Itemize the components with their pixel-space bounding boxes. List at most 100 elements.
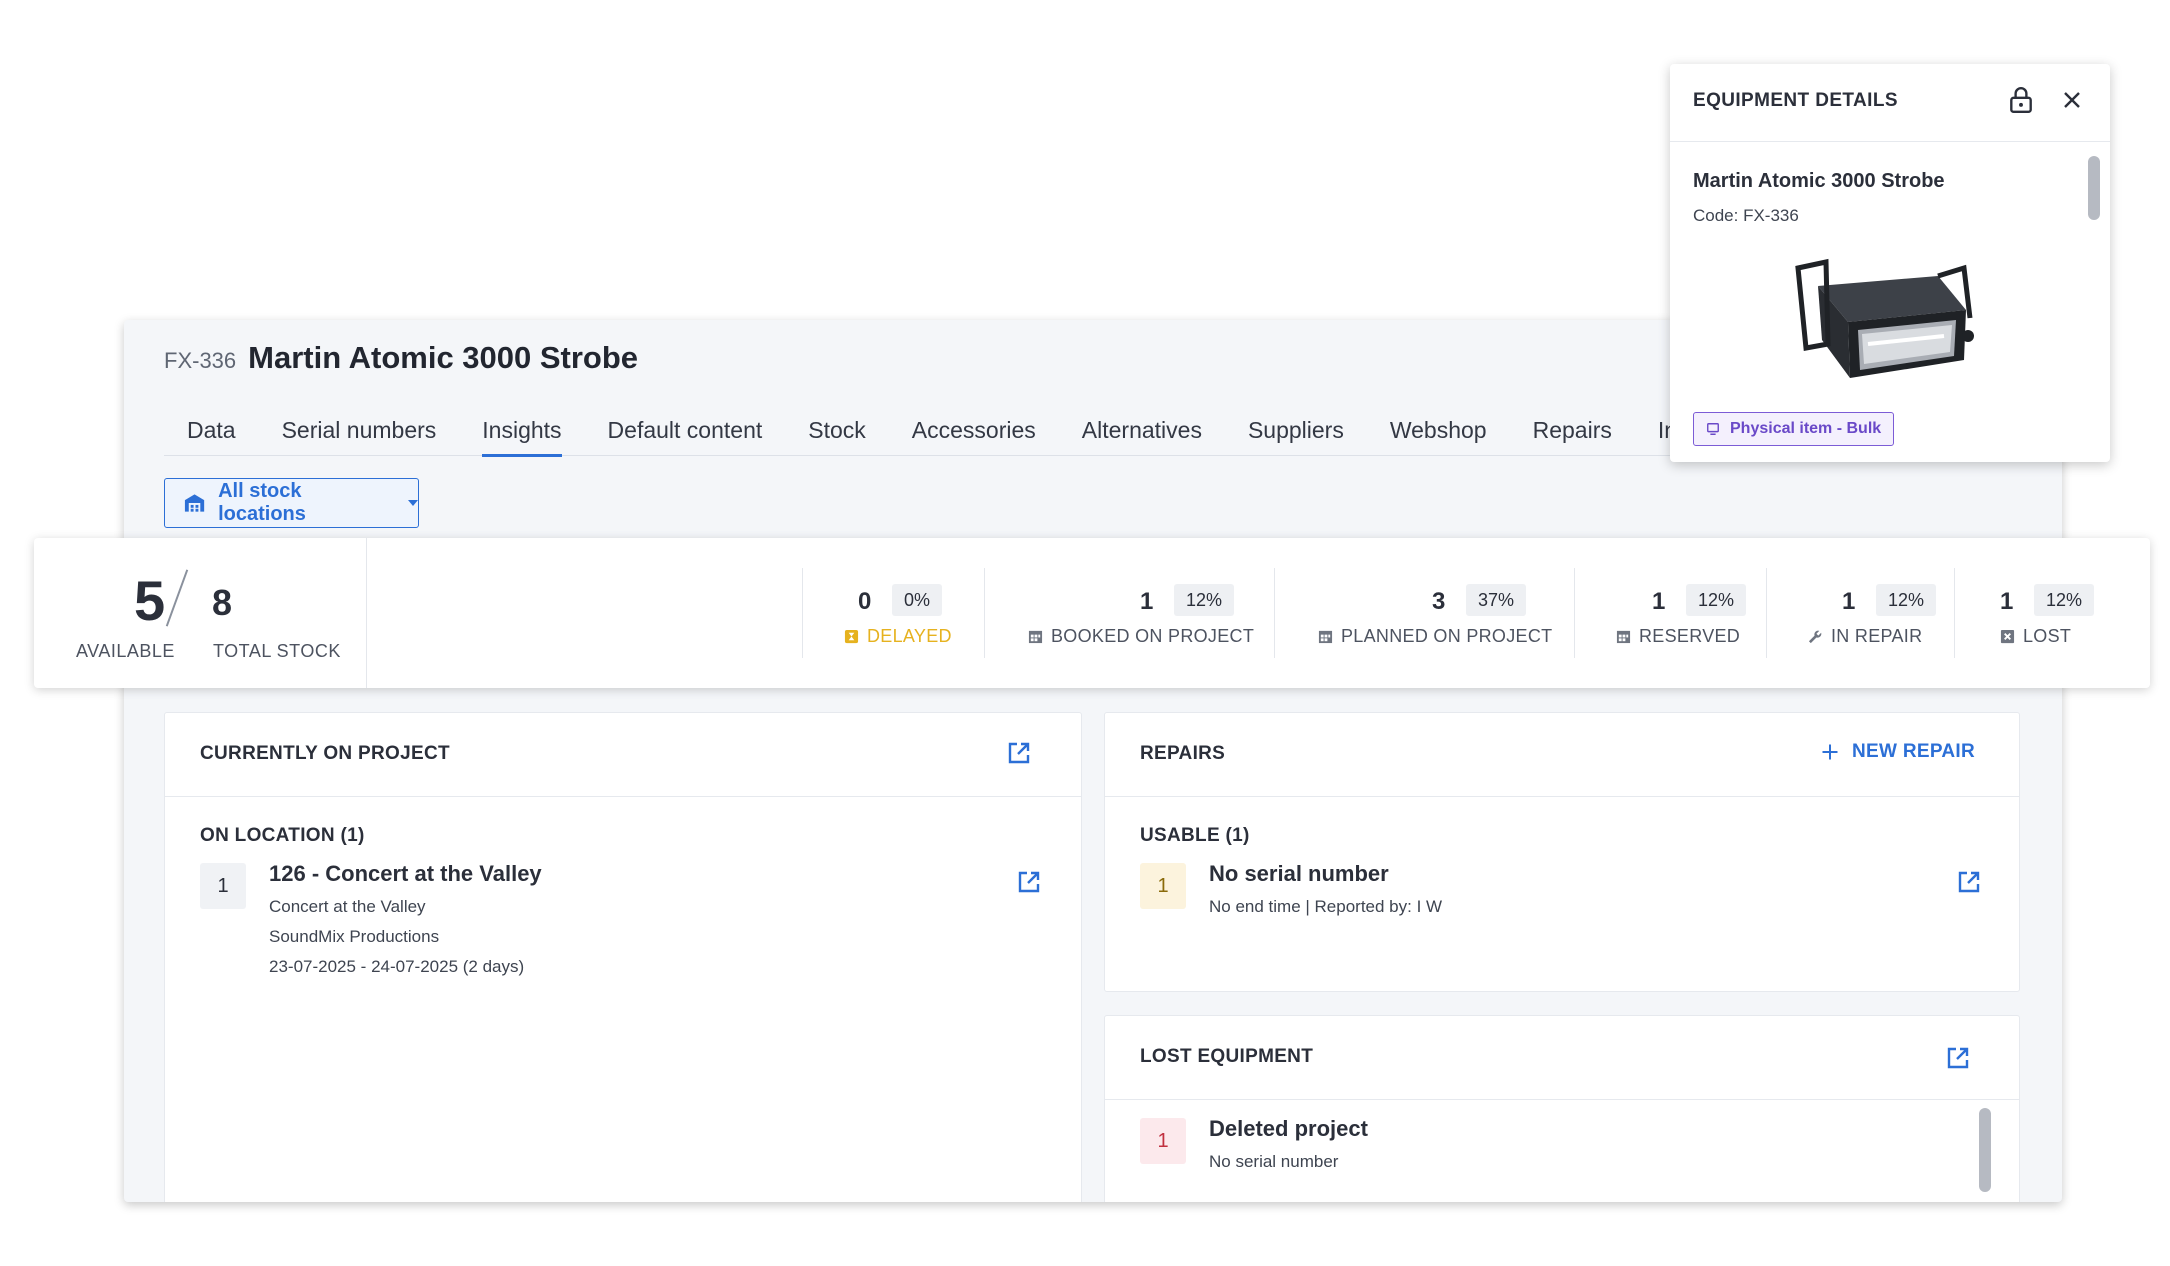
calendar-icon [1318, 630, 1333, 644]
stat-percent: 12% [1686, 584, 1747, 616]
stat-label-text: DELAYED [867, 626, 952, 646]
tab-default-content[interactable]: Default content [585, 416, 786, 456]
stat-lost: 1 12% LOST [2000, 584, 2140, 668]
tab-alternatives[interactable]: Alternatives [1059, 416, 1225, 456]
x-box-icon [2000, 629, 2015, 644]
repairs-card: REPAIRS NEW REPAIR USABLE (1) 1 No seria… [1104, 712, 2020, 992]
stat-label: DELAYED [844, 626, 952, 647]
stat-percent: 37% [1466, 584, 1527, 616]
tab-insights[interactable]: Insights [459, 416, 584, 457]
equipment-details-panel: EQUIPMENT DETAILS Martin Atomic 3000 Str… [1670, 64, 2110, 462]
stat-delayed: 0 0% DELAYED [844, 584, 984, 668]
project-client: SoundMix Productions [269, 927, 440, 946]
new-repair-button[interactable]: NEW REPAIR [1820, 741, 1975, 763]
card-title: REPAIRS [1140, 743, 1226, 764]
stat-label: IN REPAIR [1808, 626, 1922, 647]
calendar-icon [1616, 630, 1631, 644]
quantity-badge: 1 [1140, 863, 1186, 909]
stat-reserved: 1 12% RESERVED [1616, 584, 1756, 668]
warehouse-icon [184, 494, 205, 512]
tab-webshop[interactable]: Webshop [1367, 416, 1510, 456]
popover-title: EQUIPMENT DETAILS [1693, 90, 1898, 111]
equipment-name: Martin Atomic 3000 Strobe [1693, 170, 1945, 192]
stat-percent: 12% [1174, 584, 1235, 616]
page-title-row: FX-336 Martin Atomic 3000 Strobe [164, 340, 638, 376]
lost-equipment-card: LOST EQUIPMENT 1 Deleted project No seri… [1104, 1015, 2020, 1202]
stat-label-text: PLANNED ON PROJECT [1341, 626, 1553, 646]
card-header: REPAIRS NEW REPAIR [1105, 713, 2019, 797]
available-count: 5 [134, 569, 166, 632]
stat-label-text: LOST [2023, 626, 2072, 646]
stat-label: BOOKED ON PROJECT [1028, 626, 1254, 647]
close-icon[interactable] [2060, 88, 2084, 112]
stat-label-text: RESERVED [1639, 626, 1741, 646]
card-header: CURRENTLY ON PROJECT [165, 713, 1081, 797]
divider [1274, 568, 1275, 658]
tab-data[interactable]: Data [164, 416, 259, 456]
stat-label: RESERVED [1616, 626, 1740, 647]
stat-label-text: IN REPAIR [1831, 626, 1923, 646]
external-link-icon[interactable] [1007, 741, 1031, 765]
project-name: Concert at the Valley [269, 897, 426, 916]
plus-icon [1822, 744, 1838, 760]
quantity-badge: 1 [200, 863, 246, 909]
scrollbar[interactable] [1979, 1108, 1991, 1192]
equipment-code-text: Code: FX-336 [1693, 206, 1799, 225]
external-link-icon[interactable] [1946, 1046, 1970, 1070]
stat-in-repair: 1 12% IN REPAIR [1808, 584, 1948, 668]
card-header: LOST EQUIPMENT [1105, 1016, 2019, 1100]
currently-on-project-card: CURRENTLY ON PROJECT ON LOCATION (1) 1 1… [164, 712, 1082, 1202]
card-title: CURRENTLY ON PROJECT [200, 743, 450, 764]
stat-value: 1 [1140, 588, 1154, 615]
item-type-badge: Physical item - Bulk [1693, 412, 1895, 446]
stat-percent: 12% [1876, 584, 1937, 616]
lost-info: No serial number [1209, 1152, 1339, 1171]
lock-icon[interactable] [2008, 86, 2034, 114]
available-label: AVAILABLE [76, 641, 175, 661]
total-label: TOTAL STOCK [213, 641, 341, 661]
divider [1954, 568, 1955, 658]
tab-stock[interactable]: Stock [785, 416, 889, 456]
scrollbar[interactable] [2088, 156, 2100, 220]
section-heading: ON LOCATION (1) [200, 825, 365, 846]
stat-value: 1 [1842, 588, 1856, 615]
monitor-icon [1707, 423, 1719, 435]
stat-value: 3 [1432, 588, 1446, 615]
total-count: 8 [212, 582, 233, 623]
stat-value: 1 [1652, 588, 1666, 615]
quantity-badge: 1 [1140, 1118, 1186, 1164]
section-heading: USABLE (1) [1140, 825, 1250, 846]
tab-repairs[interactable]: Repairs [1510, 416, 1635, 456]
stat-label-text: BOOKED ON PROJECT [1051, 626, 1255, 646]
chevron-down-icon [408, 500, 418, 506]
external-link-icon[interactable] [1017, 870, 1041, 894]
divider [1766, 568, 1767, 658]
stat-label: LOST [2000, 626, 2071, 647]
equipment-image [1795, 258, 1974, 378]
divider [802, 568, 803, 658]
tab-serial-numbers[interactable]: Serial numbers [259, 416, 460, 456]
external-link-icon[interactable] [1957, 870, 1981, 894]
stat-percent: 12% [2034, 584, 2095, 616]
stat-percent: 0% [892, 584, 943, 616]
repair-info: No end time | Reported by: I W [1209, 897, 1443, 916]
tab-bar: Data Serial numbers Insights Default con… [164, 416, 1804, 457]
divider-slash [165, 569, 189, 627]
stock-location-label: All stock locations [218, 480, 306, 525]
stat-value: 1 [2000, 588, 2014, 615]
stock-location-dropdown[interactable]: All stock locations [164, 478, 419, 528]
equipment-code: FX-336 [164, 348, 237, 373]
wrench-icon [1808, 630, 1822, 644]
popover-header: EQUIPMENT DETAILS [1670, 64, 2110, 142]
page-title: Martin Atomic 3000 Strobe [248, 340, 639, 375]
card-title: LOST EQUIPMENT [1140, 1046, 1314, 1067]
tab-suppliers[interactable]: Suppliers [1225, 416, 1367, 456]
stat-label: PLANNED ON PROJECT [1318, 626, 1552, 647]
divider [1574, 568, 1575, 658]
project-title: 126 - Concert at the Valley [269, 861, 542, 886]
project-dates: 23-07-2025 - 24-07-2025 (2 days) [269, 957, 525, 976]
divider [984, 568, 985, 658]
divider [366, 538, 367, 688]
stat-planned-on-project: 3 37% PLANNED ON PROJECT [1318, 584, 1568, 668]
tab-accessories[interactable]: Accessories [889, 416, 1059, 456]
